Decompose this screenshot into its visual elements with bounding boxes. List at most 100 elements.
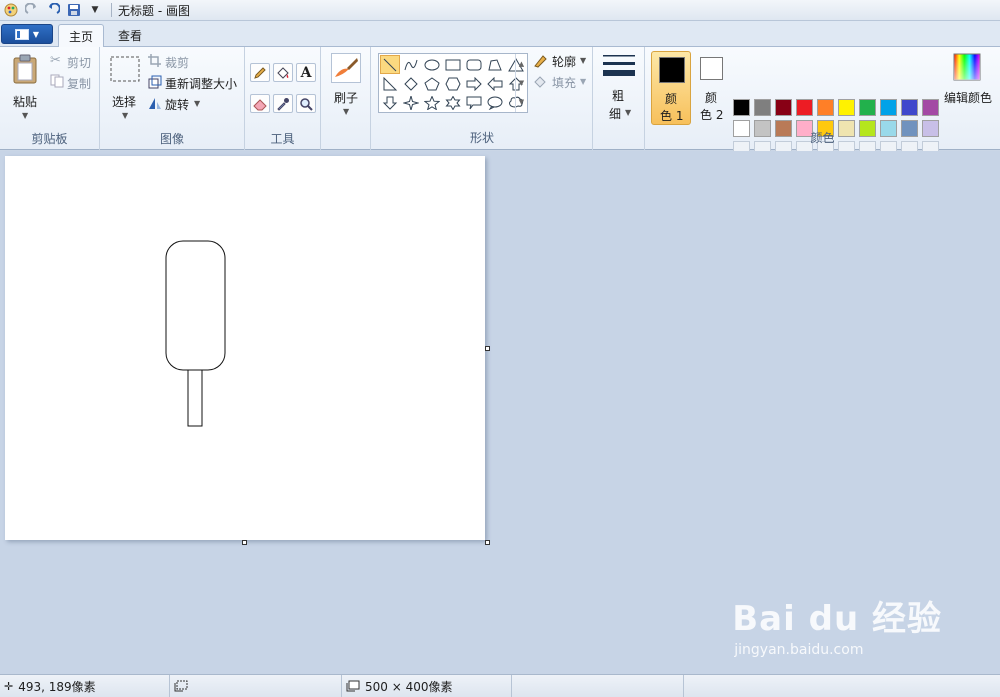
popsicle-stick [187, 369, 203, 427]
redo-icon[interactable] [23, 1, 41, 19]
color1-swatch [659, 57, 685, 83]
shape-rectangle[interactable] [443, 55, 463, 74]
cut-label: 剪切 [67, 56, 92, 70]
paint-menu-button[interactable]: ▼ [1, 24, 53, 44]
paste-button[interactable]: 粘贴 ▼ [6, 51, 46, 121]
scroll-down-icon[interactable]: ▼ [519, 79, 524, 87]
shape-left-arrow[interactable] [485, 74, 505, 93]
fill-tool[interactable] [273, 63, 293, 82]
copy-icon [50, 74, 64, 91]
selection-icon [174, 680, 188, 692]
shape-six-point-star[interactable] [443, 93, 463, 112]
shape-rect-callout[interactable] [464, 93, 484, 112]
pencil-tool[interactable] [250, 63, 270, 82]
quick-access-toolbar: ▼ [2, 0, 107, 21]
popsicle-body [165, 240, 226, 371]
palette-swatch[interactable] [817, 99, 834, 116]
popsicle-drawing [165, 240, 226, 427]
resize-handle-right[interactable] [485, 346, 490, 351]
drawing-canvas[interactable] [5, 156, 485, 540]
resize-label: 重新调整大小 [165, 77, 238, 91]
paste-label: 粘贴 [13, 95, 38, 109]
copy-button[interactable]: 复制 [50, 74, 96, 92]
cut-button[interactable]: ✂ 剪切 [50, 53, 96, 71]
fill-dropdown-icon: ▼ [580, 77, 587, 86]
fill-icon [533, 75, 548, 92]
canvas-workspace[interactable]: Bai du 经验 jingyan.baidu.com [0, 151, 1000, 674]
crop-icon [148, 54, 161, 70]
color1-button[interactable]: 颜 色 1 [651, 51, 691, 125]
paste-icon [13, 54, 37, 84]
canvas-size-icon [346, 680, 360, 692]
shape-polygon[interactable] [485, 55, 505, 74]
fill-button[interactable]: 填充 ▼ [533, 74, 589, 92]
undo-icon[interactable] [44, 1, 62, 19]
palette-swatch[interactable] [733, 99, 750, 116]
shapes-scrollbar[interactable]: ▲ ▼ ▼ [515, 54, 527, 112]
paint-app-icon[interactable] [2, 1, 20, 19]
shape-pentagon[interactable] [422, 74, 442, 93]
brushes-dropdown-icon: ▼ [343, 107, 350, 116]
brushes-button[interactable]: 刷子 ▼ [329, 53, 363, 119]
save-icon[interactable] [65, 1, 83, 19]
colors-group-label: 颜色 [810, 131, 835, 145]
title-bar: ▼ 无标题 - 画图 [0, 0, 1000, 21]
palette-swatch[interactable] [922, 99, 939, 116]
customize-toolbar-dropdown-icon[interactable]: ▼ [86, 1, 104, 19]
outline-icon [533, 54, 548, 71]
palette-swatch[interactable] [754, 99, 771, 116]
size-button[interactable]: 粗 细 ▼ [601, 53, 637, 123]
rotate-button[interactable]: 旋转 ▼ [148, 95, 243, 113]
shape-right-triangle[interactable] [380, 74, 400, 93]
palette-swatch[interactable] [859, 99, 876, 116]
palette-swatch[interactable] [838, 99, 855, 116]
shape-oval[interactable] [422, 55, 442, 74]
palette-swatch[interactable] [796, 99, 813, 116]
diamond-shape-icon [404, 76, 418, 91]
shape-line[interactable] [380, 55, 400, 74]
paint-bucket-icon [277, 66, 289, 79]
resize-handle-corner[interactable] [485, 540, 490, 545]
ribbon-tabs: ▼ 主页 查看 [0, 21, 1000, 48]
brushes-group: 刷子 ▼ [321, 47, 371, 150]
scroll-up-icon[interactable]: ▲ [519, 60, 524, 68]
magnifier-tool[interactable] [296, 94, 316, 113]
status-cell-empty [512, 674, 684, 697]
shape-diamond[interactable] [401, 74, 421, 93]
select-button[interactable]: 选择 ▼ [106, 51, 142, 121]
left-arrow-shape-icon [487, 76, 503, 91]
canvas-size: 500 × 400像素 [342, 674, 512, 697]
edit-colors-label: 编辑颜色 [944, 91, 993, 105]
shape-oval-callout[interactable] [485, 93, 505, 112]
resize-button[interactable]: 重新调整大小 [148, 74, 243, 92]
shape-five-point-star[interactable] [422, 93, 442, 112]
tab-view[interactable]: 查看 [108, 24, 152, 47]
color2-swatch [700, 57, 723, 80]
shape-curve[interactable] [401, 55, 421, 74]
palette-swatch[interactable] [775, 99, 792, 116]
outline-button[interactable]: 轮廓 ▼ [533, 53, 589, 71]
edit-colors-button[interactable]: 编辑颜色 [944, 53, 996, 119]
color-spectrum-icon [953, 53, 981, 81]
eyedropper-icon [277, 97, 289, 111]
color-picker-tool[interactable] [273, 94, 293, 113]
color2-button[interactable]: 颜 色 2 [693, 51, 733, 125]
title-separator [111, 3, 112, 17]
eraser-tool[interactable] [250, 94, 270, 113]
brushes-label: 刷子 [334, 91, 359, 105]
rounded-rectangle-shape-icon [466, 59, 482, 70]
gallery-expand-icon[interactable]: ▼ [519, 98, 524, 106]
text-tool[interactable]: A [296, 63, 316, 82]
crop-button[interactable]: 裁剪 [148, 53, 243, 71]
polygon-shape-icon [488, 58, 502, 70]
selection-size [170, 674, 342, 697]
palette-swatch[interactable] [901, 99, 918, 116]
shape-four-point-star[interactable] [401, 93, 421, 112]
tab-home[interactable]: 主页 [58, 24, 105, 48]
palette-swatch[interactable] [880, 99, 897, 116]
shape-rounded-rectangle[interactable] [464, 55, 484, 74]
shape-right-arrow[interactable] [464, 74, 484, 93]
resize-handle-bottom[interactable] [242, 540, 247, 545]
shape-down-arrow[interactable] [380, 93, 400, 112]
shape-hexagon[interactable] [443, 74, 463, 93]
